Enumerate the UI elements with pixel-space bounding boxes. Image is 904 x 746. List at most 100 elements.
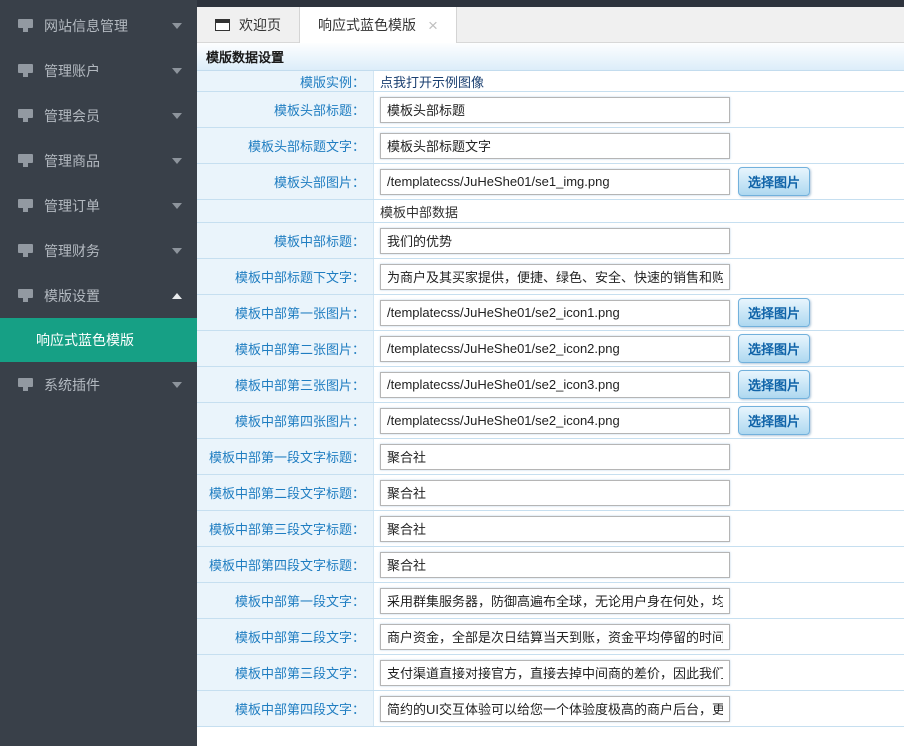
monitor-icon	[18, 378, 34, 391]
row-label: 模板中部标题：	[197, 223, 374, 258]
form-row: 模板头部标题：	[197, 92, 904, 128]
sidebar: 网站信息管理管理账户管理会员管理商品管理订单管理财务模版设置响应式蓝色模版系统插…	[0, 0, 197, 746]
row-label: 模板中部第四段文字：	[197, 691, 374, 726]
row-label: 模板头部标题文字：	[197, 128, 374, 163]
row-value: 选择图片	[374, 295, 904, 330]
main-area: 欢迎页响应式蓝色模版× 模版数据设置 模版实例：点我打开示例图像模板头部标题：模…	[197, 0, 904, 746]
sidebar-item-7[interactable]: 模版设置	[0, 273, 197, 318]
top-strip	[197, 0, 904, 7]
monitor-icon	[18, 244, 34, 257]
tab-2[interactable]: 响应式蓝色模版 ×	[299, 7, 457, 43]
choose-image-button[interactable]: 选择图片	[738, 370, 810, 399]
row-value	[374, 547, 904, 582]
sidebar-item-4[interactable]: 管理商品	[0, 138, 197, 183]
form-row: 模板中部第二张图片： 选择图片	[197, 331, 904, 367]
row-label: 模板中部第三张图片：	[197, 367, 374, 402]
sidebar-menu: 网站信息管理管理账户管理会员管理商品管理订单管理财务模版设置响应式蓝色模版系统插…	[0, 3, 197, 407]
text-input[interactable]	[380, 300, 730, 326]
chevron-down-icon	[172, 382, 182, 388]
example-image-link[interactable]: 点我打开示例图像	[380, 72, 484, 91]
form-row: 模板中部第四段文字标题：	[197, 547, 904, 583]
monitor-icon	[18, 199, 34, 212]
row-label: 模板中部第二段文字：	[197, 619, 374, 654]
sidebar-item-6[interactable]: 管理财务	[0, 228, 197, 273]
row-label: 模版实例：	[197, 71, 374, 91]
form-row: 模板中部标题下文字：	[197, 259, 904, 295]
monitor-icon	[18, 19, 34, 32]
text-input[interactable]	[380, 408, 730, 434]
text-input[interactable]	[380, 372, 730, 398]
text-input[interactable]	[380, 169, 730, 195]
row-value	[374, 92, 904, 127]
form-row: 模板中部第一段文字：	[197, 583, 904, 619]
form-row: 模板中部第三段文字标题：	[197, 511, 904, 547]
monitor-icon	[18, 154, 34, 167]
row-label: 模板中部第二段文字标题：	[197, 475, 374, 510]
sidebar-item-label: 管理商品	[44, 151, 100, 171]
tab-bar: 欢迎页响应式蓝色模版 ×	[197, 7, 904, 43]
sidebar-item-label: 模版设置	[44, 286, 100, 306]
text-input[interactable]	[380, 516, 730, 542]
tab-label: 响应式蓝色模版	[318, 15, 416, 35]
sidebar-subitem-1[interactable]: 响应式蓝色模版	[0, 318, 197, 362]
text-input[interactable]	[380, 133, 730, 159]
text-input[interactable]	[380, 696, 730, 722]
sidebar-item-5[interactable]: 管理订单	[0, 183, 197, 228]
sidebar-item-label: 管理会员	[44, 106, 100, 126]
monitor-icon	[18, 289, 34, 302]
sidebar-item-1[interactable]: 网站信息管理	[0, 3, 197, 48]
form-row: 模板中部第三段文字：	[197, 655, 904, 691]
form-row: 模版实例： 点我打开示例图像	[197, 71, 904, 92]
choose-image-button[interactable]: 选择图片	[738, 406, 810, 435]
row-label: 模板中部标题下文字：	[197, 259, 374, 294]
chevron-down-icon	[172, 203, 182, 209]
text-input[interactable]	[380, 97, 730, 123]
close-icon[interactable]: ×	[428, 17, 438, 34]
text-input[interactable]	[380, 228, 730, 254]
row-label: 模板中部第一段文字标题：	[197, 439, 374, 474]
text-input[interactable]	[380, 480, 730, 506]
row-value: 选择图片	[374, 403, 904, 438]
sidebar-item-8[interactable]: 系统插件	[0, 362, 197, 407]
text-input[interactable]	[380, 444, 730, 470]
row-label: 模板头部标题：	[197, 92, 374, 127]
row-label: 模板中部第四段文字标题：	[197, 547, 374, 582]
sidebar-item-label: 管理订单	[44, 196, 100, 216]
chevron-down-icon	[172, 23, 182, 29]
text-input[interactable]	[380, 660, 730, 686]
row-value	[374, 511, 904, 546]
text-input[interactable]	[380, 264, 730, 290]
text-input[interactable]	[380, 552, 730, 578]
monitor-icon	[18, 64, 34, 77]
form-row: 模板头部图片：选择图片	[197, 164, 904, 200]
choose-image-button[interactable]: 选择图片	[738, 334, 810, 363]
form-row: 模板中部第二段文字：	[197, 619, 904, 655]
row-value: 模板中部数据	[374, 200, 904, 222]
row-label: 模板中部第一张图片：	[197, 295, 374, 330]
row-value	[374, 223, 904, 258]
panel-title-bar: 模版数据设置	[197, 43, 904, 71]
row-label: 模板中部第三段文字标题：	[197, 511, 374, 546]
section-label: 模板中部数据	[380, 202, 458, 221]
choose-image-button[interactable]: 选择图片	[738, 167, 810, 196]
row-value	[374, 128, 904, 163]
row-value	[374, 475, 904, 510]
tab-1[interactable]: 欢迎页	[197, 7, 299, 42]
row-label: 模板中部第二张图片：	[197, 331, 374, 366]
sidebar-item-3[interactable]: 管理会员	[0, 93, 197, 138]
form-row: 模板中部数据	[197, 200, 904, 223]
text-input[interactable]	[380, 624, 730, 650]
row-value	[374, 439, 904, 474]
row-value	[374, 259, 904, 294]
sidebar-item-2[interactable]: 管理账户	[0, 48, 197, 93]
form-row: 模板中部第一张图片： 选择图片	[197, 295, 904, 331]
row-label	[197, 200, 374, 222]
form-row: 模板中部标题：	[197, 223, 904, 259]
row-label: 模板中部第一段文字：	[197, 583, 374, 618]
text-input[interactable]	[380, 588, 730, 614]
text-input[interactable]	[380, 336, 730, 362]
choose-image-button[interactable]: 选择图片	[738, 298, 810, 327]
row-value	[374, 583, 904, 618]
chevron-down-icon	[172, 68, 182, 74]
panel-title: 模版数据设置	[206, 47, 284, 66]
